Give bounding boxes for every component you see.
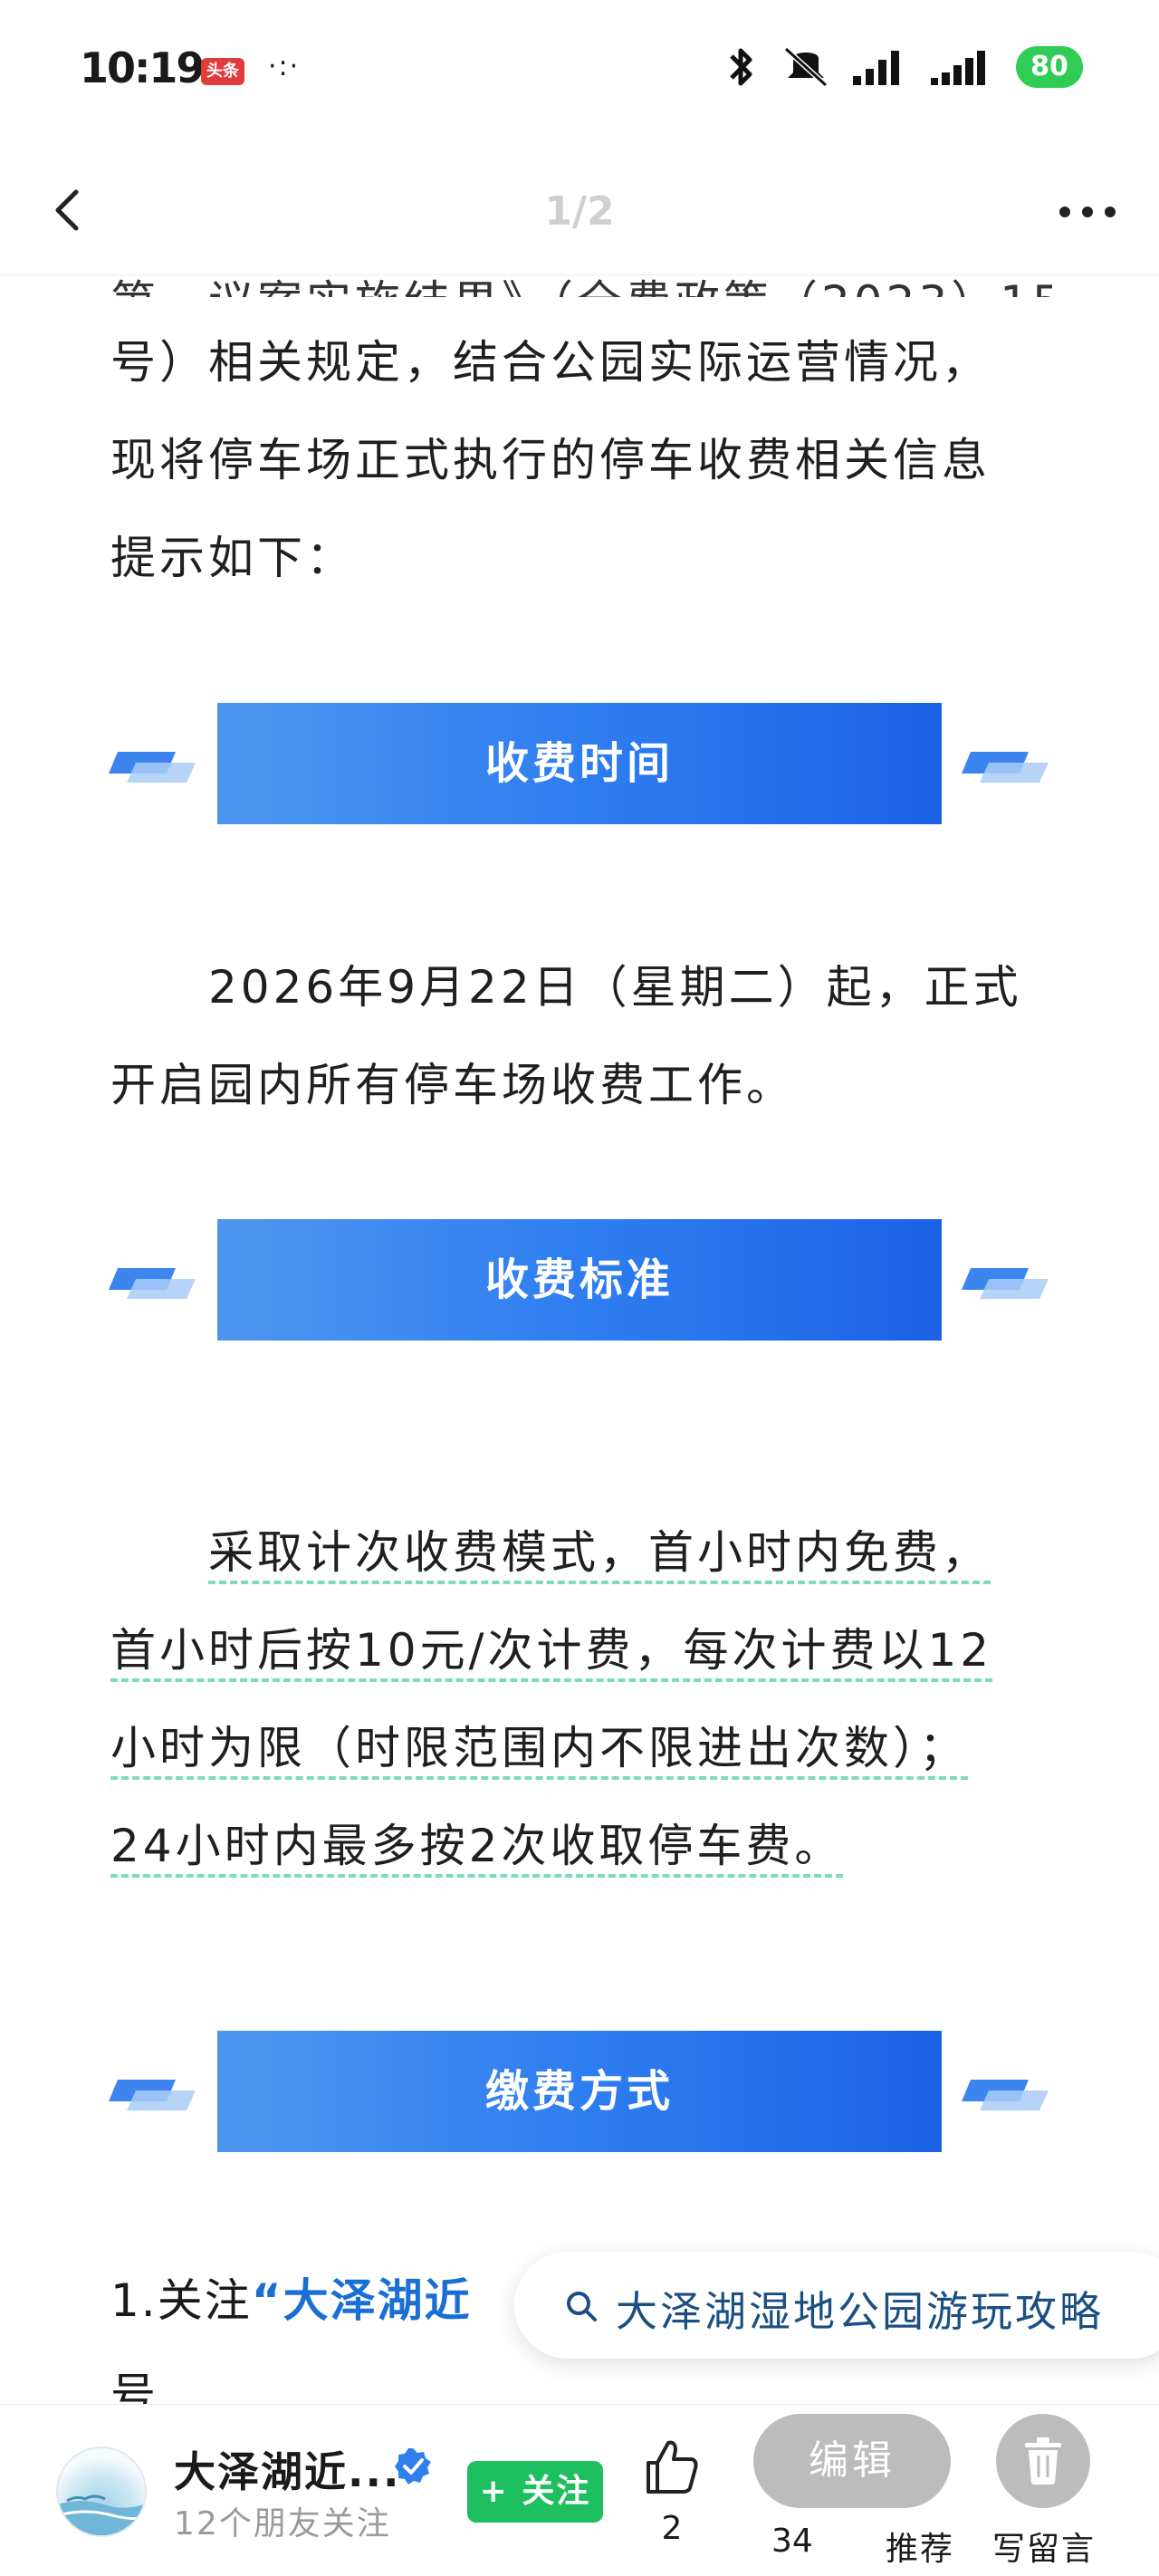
write-comment-button[interactable]: 写留言: [992, 2523, 1096, 2570]
intro-line: 提示如下：: [110, 532, 355, 584]
section-header-fee-standard: 收费标准: [0, 1219, 1159, 1341]
like-count: 2: [661, 2510, 683, 2547]
fee-time-line: 2026年9月22日（星期二）起，正式: [208, 961, 1022, 1014]
status-bar: 10:19 头条 ·:· 80: [0, 0, 1159, 145]
status-time: 10:19: [80, 43, 205, 92]
section-title: 缴费方式: [217, 2031, 942, 2152]
banner-decoration-icon: [962, 1268, 1049, 1299]
delete-button[interactable]: [996, 2414, 1090, 2508]
fee-time-line: 开启园内所有停车场收费工作。: [110, 1059, 795, 1111]
intro-line: 号）相关规定，结合公园实际运营情况，: [110, 336, 991, 389]
landscape-icon: [58, 2494, 145, 2535]
cut-off-line: 第一议案实施结果》（全费政策（2023）15号: [110, 275, 1052, 297]
verified-icon: [395, 2448, 431, 2485]
intro-line: 现将停车场正式执行的停车收费相关信息: [110, 434, 991, 486]
banner-decoration-icon: [962, 752, 1049, 783]
payment-step-line: 1.关注“大泽湖近: [110, 2264, 472, 2330]
related-search-text: 大泽湖湿地公园游玩攻略: [616, 2287, 1104, 2336]
signal-icon-2: [931, 51, 985, 85]
fee-standard-line: 采取计次收费模式，首小时内免费，: [110, 1504, 1052, 1601]
banner-decoration-icon: [109, 1268, 196, 1299]
account-avatar[interactable]: [56, 2446, 147, 2537]
article-body: 第一议案实施结果》（全费政策（2023）15号 号）相关规定，结合公园实际运营情…: [0, 275, 1159, 2404]
official-account-link[interactable]: “大泽湖近: [252, 2274, 472, 2327]
page-indicator: 1/2: [544, 188, 615, 235]
section-title: 收费标准: [217, 1219, 942, 1341]
app-notification-badge: 头条: [201, 58, 244, 85]
bottom-action-bar: 大泽湖近... 12个朋友关注 + 关注 2 编辑 34 推荐 写留言: [0, 2404, 1159, 2576]
article-page: 10:19 头条 ·:· 80 1/2 号）相关规定，结合公园实际运营情况， 现…: [0, 0, 1159, 2576]
fee-standard-line: 首小时后按10元/次计费，每次计费以12: [110, 1601, 1052, 1699]
payment-step-prefix: 1.关注: [110, 2274, 252, 2327]
status-icons: 80: [723, 45, 1083, 89]
battery-indicator: 80: [1016, 46, 1083, 88]
edit-count: 34: [771, 2523, 813, 2560]
recommend-button[interactable]: 推荐: [886, 2523, 954, 2570]
follow-button[interactable]: + 关注: [467, 2461, 603, 2523]
fee-standard-line: 24小时内最多按2次收取停车费。: [110, 1797, 1052, 1895]
fee-standard-paragraph: 采取计次收费模式，首小时内免费， 首小时后按10元/次计费，每次计费以12 小时…: [110, 1504, 1052, 1895]
status-dots: ·:·: [268, 51, 301, 82]
signal-icon: [853, 51, 899, 85]
edit-button[interactable]: 编辑: [753, 2414, 951, 2508]
mute-icon: [783, 46, 829, 88]
banner-decoration-icon: [962, 2080, 1049, 2110]
fee-standard-line: 小时为限（时限范围内不限进出次数）；: [110, 1699, 1052, 1797]
section-header-payment: 缴费方式: [0, 2031, 1159, 2152]
trash-icon: [1025, 2437, 1061, 2485]
follower-count-text: 12个朋友关注: [174, 2505, 391, 2542]
banner-decoration-icon: [109, 2080, 196, 2110]
account-name[interactable]: 大泽湖近...: [174, 2439, 400, 2499]
section-header-fee-time: 收费时间: [0, 703, 1159, 824]
thumbs-up-icon: [647, 2440, 698, 2494]
fee-time-paragraph: 2026年9月22日（星期二）起，正式 开启园内所有停车场收费工作。: [110, 938, 1052, 1134]
bluetooth-icon: [730, 48, 752, 86]
payment-step-continuation: 号: [110, 2369, 158, 2404]
search-icon: [567, 2292, 597, 2321]
banner-decoration-icon: [109, 752, 196, 783]
like-button[interactable]: 2: [637, 2436, 706, 2547]
section-title: 收费时间: [217, 703, 942, 824]
related-search-pill[interactable]: 大泽湖湿地公园游玩攻略: [514, 2252, 1159, 2359]
intro-paragraph: 号）相关规定，结合公园实际运营情况， 现将停车场正式执行的停车收费相关信息 提示…: [110, 313, 1052, 607]
nav-bar: 1/2: [0, 145, 1159, 275]
more-icon[interactable]: [1056, 196, 1119, 228]
